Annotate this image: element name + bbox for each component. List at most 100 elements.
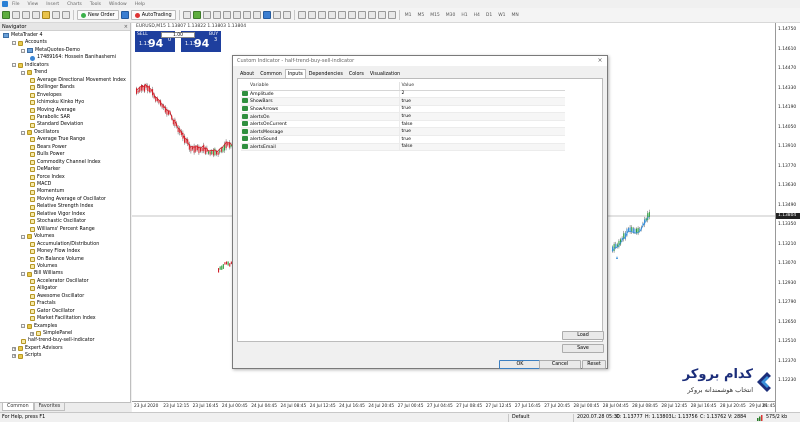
navigator-item[interactable]: Envelopes bbox=[30, 92, 62, 99]
navigator-item[interactable]: + Scripts bbox=[12, 352, 41, 359]
tab-common[interactable]: Common bbox=[2, 403, 34, 411]
lot-size-input[interactable]: 1.00 bbox=[161, 32, 195, 38]
collapse-icon[interactable]: - bbox=[12, 41, 16, 46]
tab-common[interactable]: Common bbox=[257, 69, 285, 78]
input-row[interactable]: alertsOn true bbox=[241, 112, 565, 121]
strategy-tester-icon[interactable] bbox=[62, 11, 70, 19]
horizontal-line-icon[interactable] bbox=[327, 11, 336, 19]
bar-chart-icon[interactable] bbox=[182, 11, 191, 19]
vertical-line-icon[interactable] bbox=[317, 11, 326, 19]
data-window-icon[interactable] bbox=[32, 11, 40, 19]
expand-icon[interactable]: + bbox=[12, 346, 16, 351]
navigator-item[interactable]: Fractals bbox=[30, 300, 56, 307]
tab-colors[interactable]: Colors bbox=[346, 69, 367, 78]
templates-icon[interactable] bbox=[282, 11, 291, 19]
navigator-item[interactable]: - MetaQuotes-Demo bbox=[21, 47, 80, 54]
input-value[interactable]: false bbox=[398, 120, 565, 129]
timeframe-m30[interactable]: M30 bbox=[444, 13, 458, 18]
zoom-in-icon[interactable] bbox=[212, 11, 221, 19]
menu-file[interactable]: File bbox=[12, 2, 20, 7]
tab-visualization[interactable]: Visualization bbox=[367, 69, 403, 78]
input-row[interactable]: ShowArrows true bbox=[241, 105, 565, 114]
navigator-item[interactable]: half-trend-buy-sell-indicator bbox=[21, 337, 95, 344]
timeframe-w1[interactable]: W1 bbox=[496, 13, 507, 18]
navigator-item[interactable]: Momentum bbox=[30, 188, 64, 195]
navigator-item[interactable]: Commodity Channel Index bbox=[30, 159, 101, 166]
navigator-item[interactable]: Standard Deviation bbox=[30, 121, 83, 128]
crosshair-icon[interactable] bbox=[307, 11, 316, 19]
tile-windows-icon[interactable] bbox=[232, 11, 241, 19]
navigator-item[interactable]: Market Facilitation Index bbox=[30, 315, 96, 322]
timeframe-m1[interactable]: M1 bbox=[403, 13, 414, 18]
menu-window[interactable]: Window bbox=[109, 2, 127, 7]
navigator-item[interactable]: Moving Average of Oscillator bbox=[30, 196, 106, 203]
fibonacci-icon[interactable] bbox=[357, 11, 366, 19]
input-row[interactable]: Amplitude 2 bbox=[241, 90, 565, 99]
navigator-item[interactable]: + Expert Advisors bbox=[12, 345, 63, 352]
navigator-item[interactable]: MetaTrader 4 bbox=[3, 32, 43, 39]
navigator-item[interactable]: - Oscillators bbox=[21, 129, 59, 136]
navigator-item[interactable]: Bulls Power bbox=[30, 151, 65, 158]
expand-icon[interactable]: + bbox=[30, 331, 34, 336]
market-watch-icon[interactable] bbox=[22, 11, 30, 19]
navigator-icon[interactable] bbox=[42, 11, 50, 19]
zoom-out-icon[interactable] bbox=[222, 11, 231, 19]
new-order-button[interactable]: New Order bbox=[77, 10, 119, 20]
navigator-item[interactable]: + SimplePanel bbox=[30, 330, 72, 337]
input-value[interactable]: true bbox=[398, 97, 565, 106]
input-value[interactable]: true bbox=[398, 112, 565, 121]
tab-favorites[interactable]: Favorites bbox=[33, 403, 66, 411]
navigator-item[interactable]: Awesome Oscillator bbox=[30, 293, 84, 300]
input-value[interactable]: false bbox=[398, 143, 565, 152]
new-chart-icon[interactable] bbox=[2, 11, 10, 19]
reset-button[interactable]: Reset bbox=[582, 360, 606, 369]
menu-insert[interactable]: Insert bbox=[46, 2, 59, 7]
navigator-item[interactable]: - Indicators bbox=[12, 62, 49, 69]
input-row[interactable]: alertsOnCurrent false bbox=[241, 120, 565, 129]
navigator-item[interactable]: Bears Power bbox=[30, 144, 67, 151]
navigator-item[interactable]: Relative Strength Index bbox=[30, 203, 93, 210]
menu-help[interactable]: Help bbox=[135, 2, 145, 7]
input-value[interactable]: true bbox=[398, 105, 565, 114]
close-icon[interactable]: × bbox=[124, 24, 128, 30]
menu-view[interactable]: View bbox=[28, 2, 39, 7]
auto-scroll-icon[interactable] bbox=[242, 11, 251, 19]
metaeditor-icon[interactable] bbox=[120, 11, 129, 19]
collapse-icon[interactable]: - bbox=[12, 63, 16, 68]
profiles-icon[interactable] bbox=[12, 11, 20, 19]
navigator-item[interactable]: Williams' Percent Range bbox=[30, 226, 95, 233]
navigator-item[interactable]: Relative Vigor Index bbox=[30, 211, 85, 218]
collapse-icon[interactable]: - bbox=[21, 234, 25, 239]
trendline-icon[interactable] bbox=[337, 11, 346, 19]
periods-icon[interactable] bbox=[272, 11, 281, 19]
load-button[interactable]: Load bbox=[562, 331, 604, 340]
arrows-icon[interactable] bbox=[387, 11, 396, 19]
navigator-item[interactable]: MACD bbox=[30, 181, 51, 188]
navigator-item[interactable]: Alligator bbox=[30, 285, 57, 292]
navigator-item[interactable]: Gator Oscillator bbox=[30, 308, 75, 315]
navigator-item[interactable]: - Volumes bbox=[21, 233, 54, 240]
indicators-icon[interactable] bbox=[262, 11, 271, 19]
navigator-item[interactable]: Ichimoku Kinko Hyo bbox=[30, 99, 84, 106]
autotrading-button[interactable]: AutoTrading bbox=[130, 10, 176, 20]
navigator-item[interactable]: Money Flow Index bbox=[30, 248, 80, 255]
timeframe-mn[interactable]: MN bbox=[510, 13, 521, 18]
collapse-icon[interactable]: - bbox=[21, 70, 25, 75]
navigator-item[interactable]: On Balance Volume bbox=[30, 256, 84, 263]
chart-shift-icon[interactable] bbox=[252, 11, 261, 19]
navigator-item[interactable]: Bollinger Bands bbox=[30, 84, 75, 91]
tab-inputs[interactable]: Inputs bbox=[284, 69, 306, 78]
navigator-item[interactable]: - Accounts bbox=[12, 39, 47, 46]
candlestick-icon[interactable] bbox=[192, 11, 201, 19]
channel-icon[interactable] bbox=[347, 11, 356, 19]
navigator-item[interactable]: DeMarker bbox=[30, 166, 60, 173]
save-button[interactable]: Save bbox=[562, 344, 604, 353]
close-icon[interactable]: × bbox=[596, 57, 604, 65]
timeframe-m15[interactable]: M15 bbox=[428, 13, 442, 18]
label-icon[interactable] bbox=[377, 11, 386, 19]
timeframe-h1[interactable]: H1 bbox=[459, 13, 469, 18]
tab-about[interactable]: About bbox=[237, 69, 257, 78]
text-icon[interactable] bbox=[367, 11, 376, 19]
navigator-item[interactable]: 17489164: Hossein Banihashemi bbox=[30, 54, 116, 61]
navigator-item[interactable]: Average Directional Movement Index bbox=[30, 77, 126, 84]
